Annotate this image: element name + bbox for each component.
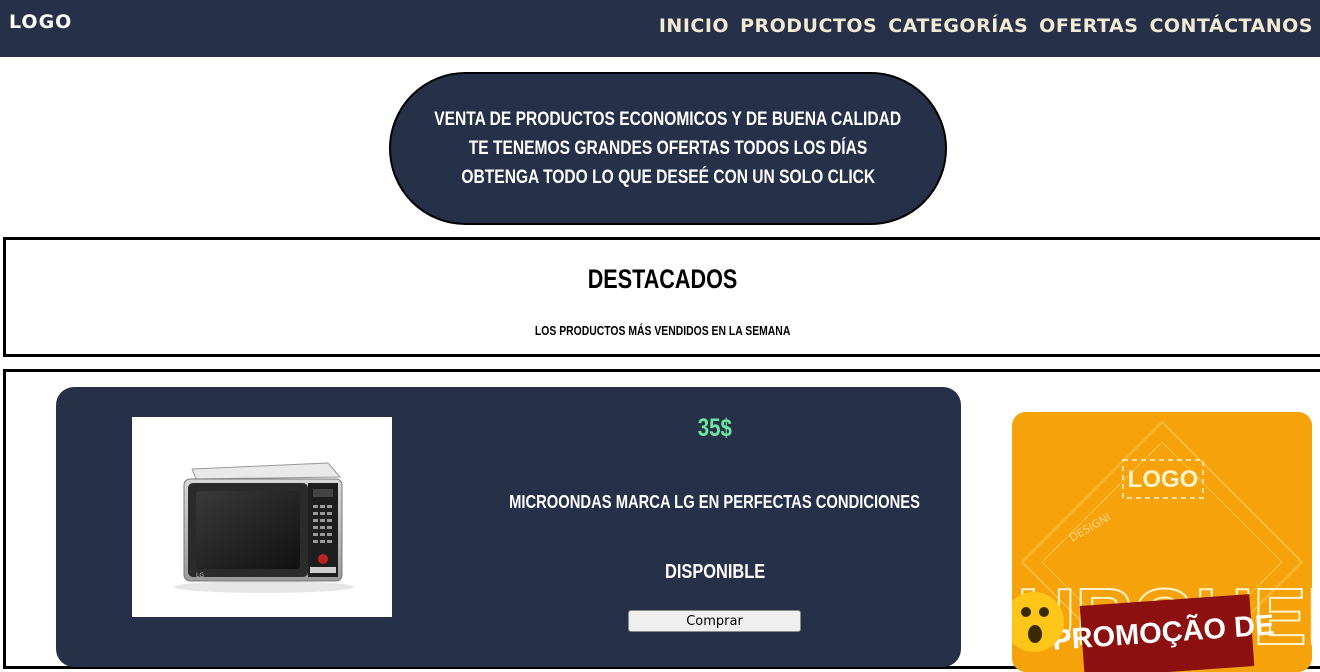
hero-banner: VENTA DE PRODUCTOS ECONOMICOS Y DE BUENA… — [389, 72, 947, 225]
hero-line-1: VENTA DE PRODUCTOS ECONOMICOS Y DE BUENA… — [434, 109, 902, 130]
featured-subtitle-text: LOS PRODUCTOS MÁS VENDIDOS EN LA SEMANA — [535, 323, 791, 338]
product-price: 35$ — [640, 414, 790, 443]
site-logo[interactable]: LOGO — [9, 11, 72, 33]
product-price-text: 35$ — [697, 414, 733, 442]
nav-ofertas[interactable]: OFERTAS — [1039, 15, 1138, 37]
promo-ad-graphic: LOGO DESIGNI BURGUER PROMOÇÃO DE — [1012, 412, 1312, 672]
nav-contactanos[interactable]: CONTÁCTANOS — [1149, 15, 1313, 37]
hero-line-2: TE TENEMOS GRANDES OFERTAS TODOS LOS DÍA… — [468, 138, 868, 159]
hero-line-3: OBTENGA TODO LO QUE DESEÉ CON UN SOLO CL… — [461, 167, 875, 188]
promo-logo: LOGO — [1128, 466, 1199, 493]
buy-button[interactable]: Comprar — [628, 610, 801, 632]
top-navbar: LOGO INICIO PRODUCTOS CATEGORÍAS OFERTAS… — [0, 0, 1320, 57]
main-nav: INICIO PRODUCTOS CATEGORÍAS OFERTAS CONT… — [659, 15, 1313, 37]
featured-title: DESTACADOS — [6, 264, 1320, 295]
product-description-text: MICROONDAS MARCA LG EN PERFECTAS CONDICI… — [509, 492, 921, 512]
featured-subtitle: LOS PRODUCTOS MÁS VENDIDOS EN LA SEMANA — [6, 323, 1320, 338]
product-description: MICROONDAS MARCA LG EN PERFECTAS CONDICI… — [430, 492, 1000, 513]
nav-categorias[interactable]: CATEGORÍAS — [888, 15, 1028, 37]
product-availability: DISPONIBLE — [630, 561, 800, 584]
product-availability-text: DISPONIBLE — [664, 561, 766, 583]
microwave-brand: LG — [196, 572, 204, 579]
nav-productos[interactable]: PRODUCTOS — [740, 15, 877, 37]
nav-inicio[interactable]: INICIO — [659, 15, 729, 37]
featured-section: DESTACADOS LOS PRODUCTOS MÁS VENDIDOS EN… — [3, 237, 1320, 357]
microwave-illustration: LG — [174, 462, 354, 593]
promo-ad[interactable]: LOGO DESIGNI BURGUER PROMOÇÃO DE — [1012, 412, 1312, 672]
featured-title-text: DESTACADOS — [588, 264, 738, 294]
microwave-image: LG — [132, 417, 392, 617]
